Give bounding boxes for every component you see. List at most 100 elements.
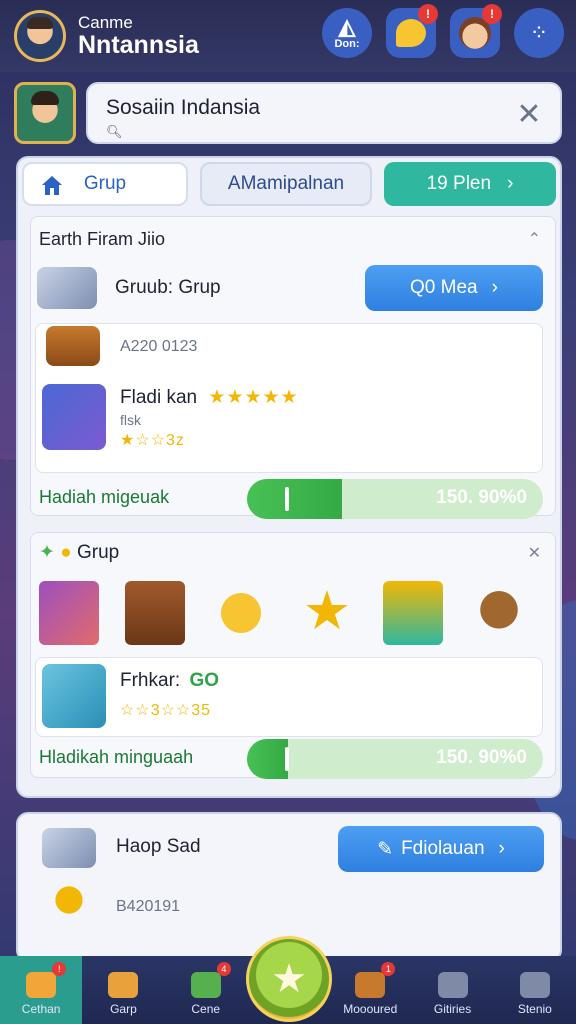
nav-label: Gitiries xyxy=(433,1002,472,1016)
frhkar-go: GO xyxy=(189,670,220,691)
progress-label: Hladikah minguaah xyxy=(39,747,194,767)
nav-cene[interactable]: 4 Cene xyxy=(165,956,247,1024)
grup-title: ✦ ● Grup xyxy=(39,541,119,564)
nav-label: Cethan xyxy=(21,1002,61,1016)
nav-label: Stenio xyxy=(517,1002,552,1016)
top-bar: Canme Nntannsia ◭ Don: ! ! ⁘ xyxy=(0,0,576,72)
chevron-right-icon: › xyxy=(507,173,514,194)
progress-marker xyxy=(285,487,289,511)
tab-grup[interactable]: Grup xyxy=(22,162,188,206)
grup-card: ✦ ● Grup ✕ ★ Frhkar: GO ☆☆3☆☆35 Hladikah… xyxy=(30,532,556,779)
haop-sad-label: Haop Sad xyxy=(116,836,201,857)
nav-moooured[interactable]: 1 Moooured xyxy=(329,956,411,1024)
progress-bar: 150. 90%0 xyxy=(247,739,543,779)
house-icon xyxy=(26,972,57,998)
profile-thumbnail[interactable] xyxy=(14,82,76,144)
close-icon[interactable]: ✕ xyxy=(512,98,546,132)
nav-badge: ! xyxy=(52,962,67,976)
progress-bar: 150. 90%0 xyxy=(247,479,543,519)
q0-mea-label: Q0 Mea xyxy=(410,277,478,298)
star-icon: ★ xyxy=(271,957,307,1001)
chevron-right-icon: › xyxy=(491,277,498,298)
earth-firam-card: Earth Firam Jiio ⌃ Gruub: Grup Q0 Mea › … xyxy=(30,216,556,519)
rating-stars: ★★★★★ xyxy=(208,387,299,408)
top-icons: ◭ Don: ! ! ⁘ xyxy=(322,4,564,58)
app-title-line1: Canme xyxy=(78,13,133,32)
tab-bar: Grup AMamipalnan 19 Plen › xyxy=(22,162,556,208)
progress-value: 150. 90%0 xyxy=(436,747,527,768)
center-play-button[interactable]: ★ xyxy=(246,936,332,1022)
fdiolauan-button[interactable]: ✎ Fdiolauan › xyxy=(338,826,544,872)
mascot-icon[interactable] xyxy=(469,581,529,645)
card-title: Earth Firam Jiio xyxy=(39,229,166,249)
calculator-icon xyxy=(42,828,96,868)
progress-fill xyxy=(247,739,289,779)
chat-icon xyxy=(396,19,426,47)
tab-amamipalnan-label: AMamipalnan xyxy=(227,173,345,194)
tab-amamipalnan[interactable]: AMamipalnan xyxy=(200,162,372,206)
treasure-icon[interactable] xyxy=(383,581,443,645)
people-icon xyxy=(437,972,468,998)
profile-badge: ! xyxy=(482,4,502,24)
reward-id: A220 0123 xyxy=(120,338,198,355)
home-icon xyxy=(42,176,62,195)
nav-label: Moooured xyxy=(343,1002,398,1016)
reward-inner-card: A220 0123 Fladi kan ★★★★★ flsk ★☆☆3z xyxy=(35,323,543,473)
group-label: Gruub: Grup xyxy=(115,277,221,298)
search-value: Sosaiin Indansia xyxy=(106,96,261,119)
app-title: Canme Nntannsia xyxy=(78,14,199,58)
radio-icon[interactable] xyxy=(125,581,185,645)
pencil-icon: ✎ xyxy=(377,838,394,860)
treasure-chest-icon xyxy=(46,326,100,366)
q0-mea-button[interactable]: Q0 Mea › xyxy=(365,265,543,311)
haop-sad-id: B420191 xyxy=(116,898,181,915)
search-input[interactable]: Sosaiin Indansia 🔍︎ ✕ xyxy=(86,82,562,144)
main-panel: Grup AMamipalnan 19 Plen › Earth Firam J… xyxy=(16,156,562,798)
crown-icon xyxy=(108,972,139,998)
fladi-kan-sub2: ★☆☆3z xyxy=(120,432,185,449)
app-title-line2: Nntannsia xyxy=(78,31,199,59)
chat-button[interactable]: ! xyxy=(386,4,438,58)
star-icon[interactable]: ★ xyxy=(297,581,357,645)
close-icon[interactable]: ✕ xyxy=(528,543,541,563)
grup-title-text: Grup xyxy=(76,542,120,563)
frhkar-text: Frhkar: xyxy=(120,670,181,691)
progress-fill xyxy=(247,479,342,519)
nav-cethan[interactable]: ! Cethan xyxy=(0,956,83,1024)
nav-garp[interactable]: Garp xyxy=(82,956,164,1024)
progress-label: Hadiah migeuak xyxy=(39,487,170,507)
nav-gitiries[interactable]: Gitiries xyxy=(411,956,493,1024)
user-avatar[interactable] xyxy=(14,10,66,62)
character-icon xyxy=(42,384,106,450)
coins-icon xyxy=(42,880,96,920)
gift-box-icon[interactable] xyxy=(39,581,99,645)
notebook-icon xyxy=(42,664,106,728)
nav-badge: 4 xyxy=(216,962,231,976)
menu-icon: ⁘ xyxy=(529,20,549,45)
nav-badge: 1 xyxy=(381,962,396,976)
nav-stenio[interactable]: Stenio xyxy=(494,956,576,1024)
tab-plen[interactable]: 19 Plen › xyxy=(384,162,556,206)
frhkar-sub: ☆☆3☆☆35 xyxy=(120,702,212,719)
fladi-kan-text: Fladi kan xyxy=(120,387,198,408)
don-label: Don: xyxy=(334,38,360,50)
don-button[interactable]: ◭ Don: xyxy=(322,8,372,58)
nav-label: Cene xyxy=(191,1002,221,1016)
frhkar-inner-card: Frhkar: GO ☆☆3☆☆35 xyxy=(35,657,543,737)
chest-icon xyxy=(355,972,386,998)
chat-badge: ! xyxy=(418,4,438,24)
fdiolauan-label: Fdiolauan xyxy=(401,838,485,859)
tab-grup-label: Grup xyxy=(83,173,127,194)
profile-face-button[interactable]: ! xyxy=(450,4,502,58)
fladi-kan-title: Fladi kan ★★★★★ xyxy=(120,386,299,409)
chevron-right-icon: › xyxy=(498,838,505,859)
calculator-icon xyxy=(37,267,97,309)
progress-value: 150. 90%0 xyxy=(436,487,527,508)
nav-label: Garp xyxy=(110,1002,137,1016)
collapse-icon[interactable]: ⌃ xyxy=(528,229,541,249)
leaf-icon: ✦ xyxy=(39,542,55,563)
frhkar-title: Frhkar: GO xyxy=(120,670,219,692)
don-icon: ◭ xyxy=(338,14,356,39)
menu-button[interactable]: ⁘ xyxy=(514,8,564,58)
smiley-icon[interactable] xyxy=(211,581,271,645)
